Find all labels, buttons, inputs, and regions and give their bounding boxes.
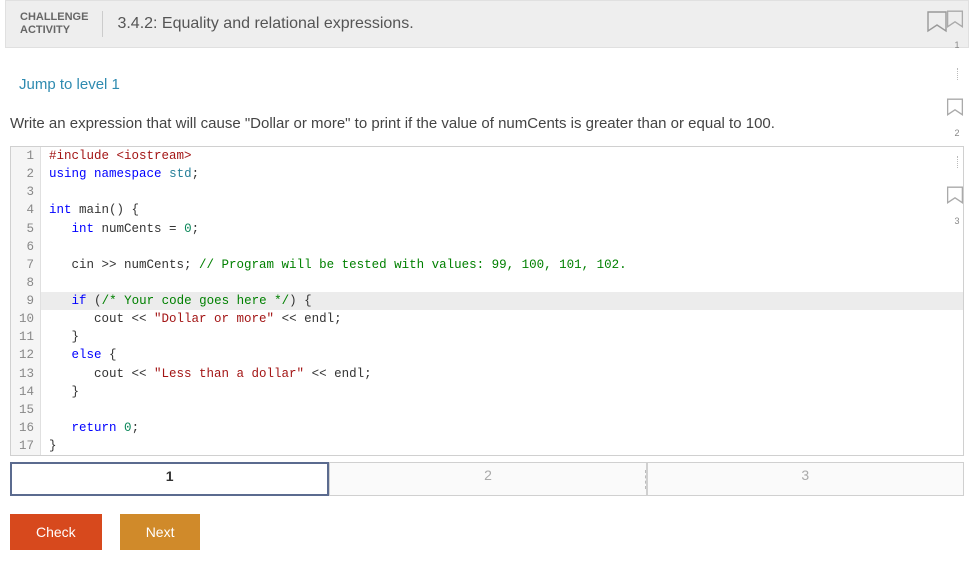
code-line[interactable]: 2using namespace std; bbox=[11, 165, 963, 183]
rail-step-1[interactable]: 1 bbox=[946, 10, 968, 50]
code-editor[interactable]: 1#include <iostream>2using namespace std… bbox=[10, 146, 964, 456]
code-content[interactable]: return 0; bbox=[41, 419, 963, 437]
line-number: 2 bbox=[11, 165, 41, 183]
line-number: 4 bbox=[11, 201, 41, 219]
line-number: 11 bbox=[11, 328, 41, 346]
code-line[interactable]: 10 cout << "Dollar or more" << endl; bbox=[11, 310, 963, 328]
shield-icon bbox=[946, 186, 968, 212]
code-content[interactable] bbox=[41, 183, 963, 201]
shield-icon bbox=[946, 98, 968, 124]
code-line[interactable]: 11 } bbox=[11, 328, 963, 346]
jump-link-row: Jump to level 1 bbox=[5, 48, 969, 113]
code-line[interactable]: 15 bbox=[11, 401, 963, 419]
line-number: 6 bbox=[11, 238, 41, 256]
line-number: 17 bbox=[11, 437, 41, 455]
code-content[interactable]: if (/* Your code goes here */) { bbox=[41, 292, 963, 310]
rail-step-2[interactable]: 2 bbox=[946, 98, 968, 138]
line-number: 5 bbox=[11, 220, 41, 238]
code-line[interactable]: 17} bbox=[11, 437, 963, 455]
check-button[interactable]: Check bbox=[10, 514, 102, 550]
code-content[interactable]: cout << "Less than a dollar" << endl; bbox=[41, 365, 963, 383]
code-content[interactable] bbox=[41, 274, 963, 292]
code-content[interactable]: } bbox=[41, 437, 963, 455]
level-tabs: 1 2 3 bbox=[10, 462, 964, 496]
rail-separator bbox=[957, 68, 958, 80]
code-content[interactable]: cin >> numCents; // Program will be test… bbox=[41, 256, 963, 274]
shield-icon bbox=[946, 10, 968, 36]
code-content[interactable]: } bbox=[41, 383, 963, 401]
code-content[interactable]: } bbox=[41, 328, 963, 346]
line-number: 16 bbox=[11, 419, 41, 437]
rail-step-3[interactable]: 3 bbox=[946, 186, 968, 226]
line-number: 8 bbox=[11, 274, 41, 292]
bookmark-icon[interactable] bbox=[926, 11, 948, 37]
code-content[interactable]: cout << "Dollar or more" << endl; bbox=[41, 310, 963, 328]
code-line[interactable]: 12 else { bbox=[11, 346, 963, 364]
code-line[interactable]: 5 int numCents = 0; bbox=[11, 220, 963, 238]
line-number: 1 bbox=[11, 147, 41, 165]
level-tab-2[interactable]: 2 bbox=[329, 462, 646, 496]
line-number: 15 bbox=[11, 401, 41, 419]
rail-num: 1 bbox=[954, 40, 959, 50]
rail-num: 3 bbox=[954, 216, 959, 226]
code-content[interactable] bbox=[41, 238, 963, 256]
code-line[interactable]: 4int main() { bbox=[11, 201, 963, 219]
line-number: 13 bbox=[11, 365, 41, 383]
line-number: 14 bbox=[11, 383, 41, 401]
progress-rail: 1 2 3 bbox=[946, 10, 968, 226]
line-number: 12 bbox=[11, 346, 41, 364]
code-line[interactable]: 1#include <iostream> bbox=[11, 147, 963, 165]
code-line[interactable]: 14 } bbox=[11, 383, 963, 401]
code-content[interactable]: int main() { bbox=[41, 201, 963, 219]
rail-num: 2 bbox=[954, 128, 959, 138]
code-line[interactable]: 3 bbox=[11, 183, 963, 201]
jump-to-level-link[interactable]: Jump to level 1 bbox=[19, 76, 120, 93]
code-content[interactable]: int numCents = 0; bbox=[41, 220, 963, 238]
challenge-header: CHALLENGE ACTIVITY 3.4.2: Equality and r… bbox=[5, 0, 969, 48]
code-line[interactable]: 6 bbox=[11, 238, 963, 256]
line-number: 10 bbox=[11, 310, 41, 328]
line-number: 3 bbox=[11, 183, 41, 201]
code-content[interactable]: else { bbox=[41, 346, 963, 364]
code-content[interactable] bbox=[41, 401, 963, 419]
header-tag: CHALLENGE ACTIVITY bbox=[20, 11, 103, 36]
prompt-text: Write an expression that will cause "Dol… bbox=[5, 113, 969, 146]
level-tab-3[interactable]: 3 bbox=[647, 462, 964, 496]
line-number: 7 bbox=[11, 256, 41, 274]
rail-separator bbox=[957, 156, 958, 168]
next-button[interactable]: Next bbox=[120, 514, 201, 550]
code-line[interactable]: 16 return 0; bbox=[11, 419, 963, 437]
line-number: 9 bbox=[11, 292, 41, 310]
code-line[interactable]: 7 cin >> numCents; // Program will be te… bbox=[11, 256, 963, 274]
code-line[interactable]: 8 bbox=[11, 274, 963, 292]
header-title: 3.4.2: Equality and relational expressio… bbox=[117, 15, 413, 33]
code-content[interactable]: using namespace std; bbox=[41, 165, 963, 183]
code-content[interactable]: #include <iostream> bbox=[41, 147, 963, 165]
code-line[interactable]: 13 cout << "Less than a dollar" << endl; bbox=[11, 365, 963, 383]
level-tab-1[interactable]: 1 bbox=[10, 462, 329, 496]
code-line[interactable]: 9 if (/* Your code goes here */) { bbox=[11, 292, 963, 310]
